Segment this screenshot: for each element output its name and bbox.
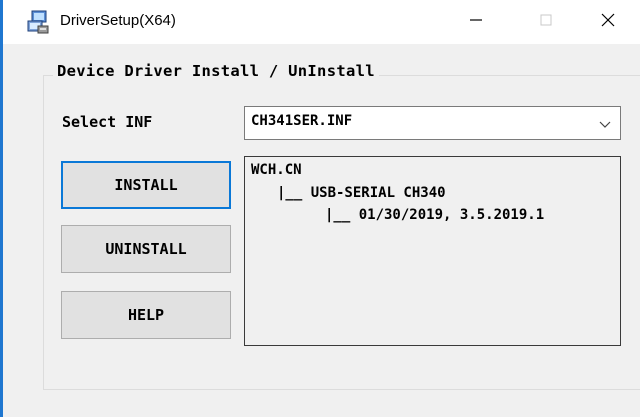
help-button[interactable]: HELP [61,291,231,339]
groupbox-title: Device Driver Install / UnInstall [53,62,379,80]
maximize-icon [538,12,554,33]
info-line-version: |__ 01/30/2019, 3.5.2019.1 [325,207,545,223]
driver-info-box: WCH.CN |__ USB-SERIAL CH340 |__ 01/30/20… [244,156,621,346]
driver-setup-window: DriverSetup(X64) Device Driver Install /… [0,0,640,417]
computer-setup-icon [26,9,52,35]
info-line-device: |__ USB-SERIAL CH340 [277,185,446,201]
minimize-icon [468,12,484,33]
close-icon [600,12,616,33]
install-button[interactable]: INSTALL [61,161,231,209]
info-line-vendor: WCH.CN [251,162,302,178]
uninstall-button[interactable]: UNINSTALL [61,225,231,273]
close-button[interactable] [580,0,636,44]
title-bar[interactable]: DriverSetup(X64) [3,0,640,44]
minimize-button[interactable] [448,0,504,44]
window-title: DriverSetup(X64) [60,12,176,29]
select-inf-label: Select INF [62,113,153,131]
inf-select-value: CH341SER.INF [251,113,353,129]
maximize-button[interactable] [518,0,574,44]
chevron-down-icon[interactable] [598,117,612,131]
inf-select-dropdown[interactable]: CH341SER.INF [244,106,621,140]
